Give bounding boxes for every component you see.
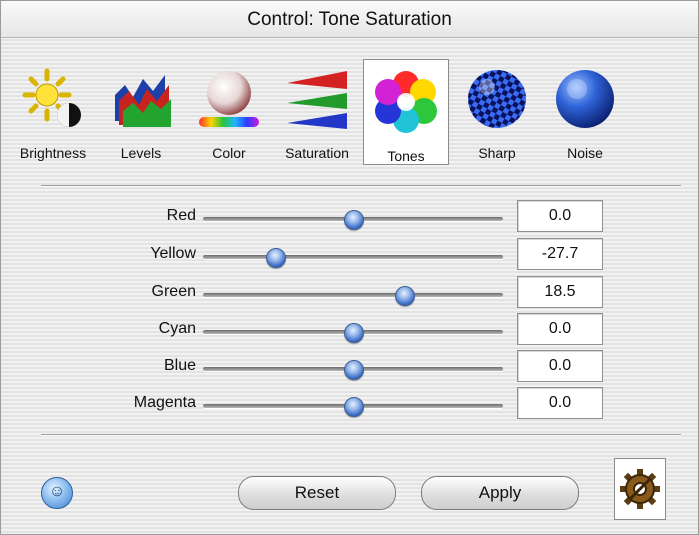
tool-label: Noise bbox=[567, 145, 603, 161]
slider-row-blue: Blue 0.0 bbox=[121, 350, 611, 382]
value-field[interactable]: -27.7 bbox=[517, 238, 603, 270]
slider-thumb[interactable] bbox=[395, 286, 415, 306]
slider-row-magenta: Magenta 0.0 bbox=[121, 387, 611, 419]
slider-thumb[interactable] bbox=[344, 323, 364, 343]
slider-thumb[interactable] bbox=[344, 397, 364, 417]
reset-button[interactable]: Reset bbox=[238, 476, 396, 510]
levels-icon bbox=[115, 75, 171, 127]
tool-sharp[interactable]: Sharp bbox=[455, 57, 539, 167]
slider-thumb[interactable] bbox=[344, 360, 364, 380]
tool-saturation[interactable]: Saturation bbox=[275, 57, 359, 167]
slider-track[interactable] bbox=[203, 248, 503, 268]
tool-label: Brightness bbox=[19, 145, 87, 161]
settings-button[interactable] bbox=[614, 458, 666, 520]
sharp-icon bbox=[468, 70, 526, 128]
tool-noise[interactable]: Noise bbox=[543, 57, 627, 167]
gear-icon bbox=[620, 469, 660, 509]
slider-track[interactable] bbox=[203, 397, 503, 417]
control-window: Control: Tone Saturation Brightness Leve… bbox=[0, 0, 699, 535]
tool-label: Color bbox=[212, 145, 246, 161]
saturation-icon bbox=[287, 71, 347, 129]
tool-label: Sharp bbox=[478, 145, 516, 161]
slider-track[interactable] bbox=[203, 360, 503, 380]
slider-track[interactable] bbox=[203, 210, 503, 230]
divider-bottom bbox=[41, 434, 681, 435]
slider-track[interactable] bbox=[203, 323, 503, 343]
tones-icon bbox=[375, 71, 437, 133]
tool-tones[interactable]: Tones bbox=[363, 59, 449, 165]
value-field[interactable]: 18.5 bbox=[517, 276, 603, 308]
apply-button[interactable]: Apply bbox=[421, 476, 579, 510]
value-field[interactable]: 0.0 bbox=[517, 387, 603, 419]
slider-label: Green bbox=[151, 283, 196, 300]
slider-row-yellow: Yellow -27.7 bbox=[121, 238, 611, 270]
tool-label: Levels bbox=[120, 145, 162, 161]
toolbar: Brightness Levels Color Saturation Tones… bbox=[20, 57, 661, 169]
slider-label: Blue bbox=[163, 357, 196, 374]
slider-label: Yellow bbox=[150, 245, 196, 262]
value-field[interactable]: 0.0 bbox=[517, 350, 603, 382]
divider-top bbox=[41, 185, 681, 186]
slider-row-red: Red 0.0 bbox=[121, 200, 611, 232]
tool-levels[interactable]: Levels bbox=[99, 57, 183, 167]
window-title: Control: Tone Saturation bbox=[1, 1, 698, 38]
slider-label: Magenta bbox=[133, 394, 196, 411]
slider-row-green: Green 18.5 bbox=[121, 276, 611, 308]
slider-track[interactable] bbox=[203, 286, 503, 306]
value-field[interactable]: 0.0 bbox=[517, 200, 603, 232]
noise-icon bbox=[556, 70, 614, 128]
slider-label: Red bbox=[166, 207, 196, 224]
tool-brightness[interactable]: Brightness bbox=[11, 57, 95, 167]
tool-label: Tones bbox=[387, 148, 425, 164]
tool-label: Saturation bbox=[285, 145, 349, 161]
brightness-icon bbox=[22, 68, 81, 127]
tool-color[interactable]: Color bbox=[187, 57, 271, 167]
color-sphere-icon bbox=[199, 71, 259, 127]
help-button[interactable]: ☺ bbox=[41, 477, 73, 509]
help-icon: ☺ bbox=[48, 483, 66, 500]
slider-thumb[interactable] bbox=[266, 248, 286, 268]
slider-thumb[interactable] bbox=[344, 210, 364, 230]
slider-label: Cyan bbox=[158, 320, 196, 337]
slider-row-cyan: Cyan 0.0 bbox=[121, 313, 611, 345]
value-field[interactable]: 0.0 bbox=[517, 313, 603, 345]
